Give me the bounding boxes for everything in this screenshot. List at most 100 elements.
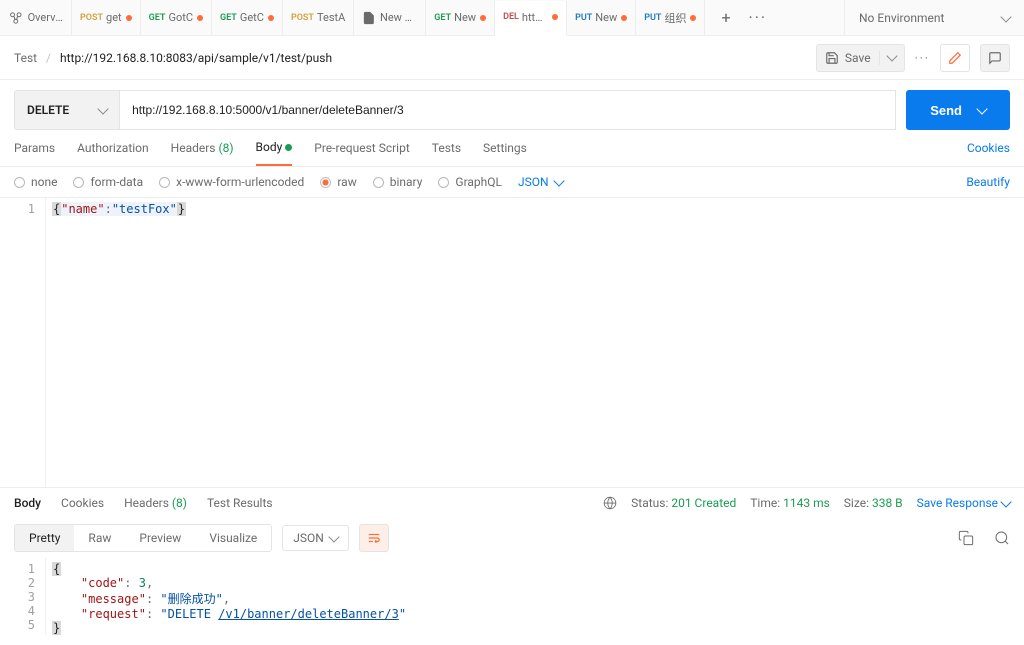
more-actions-button[interactable]: ··· — [915, 51, 930, 65]
pencil-icon — [948, 51, 962, 65]
body-type-binary[interactable]: binary — [373, 175, 423, 189]
body-type-row: none form-data x-www-form-urlencoded raw… — [0, 167, 1024, 198]
tab-label: New Co — [380, 11, 417, 24]
method-badge: PUT — [644, 13, 661, 23]
view-preview[interactable]: Preview — [125, 525, 195, 551]
response-toolbar: Pretty Raw Preview Visualize JSON — [0, 518, 1024, 558]
tab-label: 组织 — [664, 10, 686, 26]
view-visualize[interactable]: Visualize — [195, 525, 271, 551]
chevron-down-icon — [886, 50, 897, 61]
tab-label: TestA — [317, 11, 345, 24]
resp-tab-tests[interactable]: Test Results — [207, 496, 273, 510]
view-mode-segment: Pretty Raw Preview Visualize — [14, 524, 272, 552]
tab-headers[interactable]: Headers (8) — [171, 141, 234, 165]
comments-button[interactable] — [980, 44, 1010, 72]
response-body-editor[interactable]: 12345 { "code": 3, "message": "删除成功", "r… — [0, 558, 1024, 645]
request-url-row: DELETE Send — [14, 90, 1010, 130]
unsaved-dot — [268, 15, 274, 21]
method-badge: GET — [220, 13, 237, 23]
send-button[interactable]: Send — [906, 90, 1010, 130]
tab-label: Overvie — [28, 11, 63, 24]
tab-label: get — [106, 11, 122, 24]
chevron-down-icon — [553, 175, 564, 186]
tab-params[interactable]: Params — [14, 141, 55, 165]
tab-label: New — [454, 11, 476, 24]
edit-button[interactable] — [940, 44, 970, 72]
http-method-select[interactable]: DELETE — [14, 90, 119, 130]
view-raw[interactable]: Raw — [74, 525, 125, 551]
tab-label: GetC — [240, 11, 264, 24]
response-tabs-row: Body Cookies Headers (8) Test Results St… — [0, 487, 1024, 518]
tab-8[interactable]: PUTNew — [567, 0, 636, 35]
unsaved-dot — [126, 15, 132, 21]
new-tab-button[interactable]: + — [721, 8, 730, 27]
method-badge: DEL — [503, 12, 519, 22]
tab-authorization[interactable]: Authorization — [77, 141, 149, 165]
tab-actions: + ··· — [705, 8, 783, 27]
tab-5[interactable]: New Co — [354, 0, 426, 35]
tab-overflow-button[interactable]: ··· — [749, 8, 768, 27]
resp-tab-cookies[interactable]: Cookies — [61, 496, 104, 510]
line-wrap-button[interactable] — [359, 524, 389, 552]
breadcrumb: Test / http://192.168.8.10:8083/api/samp… — [14, 51, 332, 65]
unsaved-dot — [621, 15, 627, 21]
tab-label: New — [595, 11, 617, 24]
tab-settings[interactable]: Settings — [483, 141, 527, 165]
tabs-bar: OverviePOSTgetGETGotCGETGetCPOSTTestANew… — [0, 0, 1024, 36]
unsaved-dot — [197, 15, 203, 21]
wrap-icon — [367, 531, 381, 545]
response-format-select[interactable]: JSON — [282, 525, 349, 551]
environment-select[interactable]: No Environment — [844, 0, 1024, 35]
view-pretty[interactable]: Pretty — [15, 525, 74, 551]
tab-prerequest[interactable]: Pre-request Script — [314, 141, 409, 165]
resp-tab-headers[interactable]: Headers (8) — [124, 496, 187, 510]
method-badge: GET — [149, 13, 166, 23]
tab-3[interactable]: GETGetC — [212, 0, 283, 35]
response-meta: Status: 201 Created Time: 1143 ms Size: … — [603, 496, 1010, 510]
cookies-link[interactable]: Cookies — [967, 141, 1010, 165]
chevron-down-icon — [97, 103, 108, 114]
body-type-none[interactable]: none — [14, 175, 57, 189]
tab-0[interactable]: Overvie — [0, 0, 72, 35]
tab-4[interactable]: POSTTestA — [283, 0, 354, 35]
body-format-select[interactable]: JSON — [518, 175, 563, 189]
breadcrumb-path: http://192.168.8.10:8083/api/sample/v1/t… — [60, 51, 332, 65]
body-type-formdata[interactable]: form-data — [73, 175, 143, 189]
tab-6[interactable]: GETNew — [426, 0, 495, 35]
tab-tests[interactable]: Tests — [432, 141, 461, 165]
body-type-raw[interactable]: raw — [320, 175, 356, 189]
overview-icon — [8, 10, 24, 26]
method-badge: GET — [434, 13, 451, 23]
save-icon — [825, 51, 839, 65]
chevron-down-icon — [1000, 11, 1011, 22]
body-type-graphql[interactable]: GraphQL — [438, 175, 502, 189]
tab-label: http:/ — [522, 11, 548, 24]
unsaved-dot — [480, 15, 486, 21]
chevron-down-icon — [1000, 496, 1011, 507]
save-button[interactable]: Save — [816, 44, 905, 72]
tab-2[interactable]: GETGotC — [141, 0, 212, 35]
breadcrumb-row: Test / http://192.168.8.10:8083/api/samp… — [0, 36, 1024, 80]
method-badge: POST — [291, 13, 314, 23]
request-tabs: Params Authorization Headers (8) Body Pr… — [0, 130, 1024, 167]
breadcrumb-root[interactable]: Test — [14, 51, 37, 65]
copy-icon[interactable] — [958, 530, 974, 546]
editor-gutter: 1 — [0, 198, 46, 487]
tab-9[interactable]: PUT组织 — [636, 0, 705, 35]
save-response-button[interactable]: Save Response — [917, 496, 1010, 510]
file-icon — [362, 11, 376, 25]
tab-7[interactable]: DELhttp:/ — [495, 1, 567, 36]
resp-tab-body[interactable]: Body — [14, 496, 41, 510]
tab-1[interactable]: POSTget — [72, 0, 141, 35]
globe-icon[interactable] — [603, 496, 617, 510]
search-icon[interactable] — [994, 530, 1010, 546]
comment-icon — [988, 51, 1002, 65]
method-badge: POST — [80, 13, 103, 23]
environment-label: No Environment — [859, 11, 944, 25]
request-url-input[interactable] — [119, 90, 896, 130]
beautify-button[interactable]: Beautify — [966, 175, 1010, 189]
request-body-editor[interactable]: 1 {"name":"testFox"} — [0, 198, 1024, 487]
body-type-urlencoded[interactable]: x-www-form-urlencoded — [159, 175, 304, 189]
response-code: { "code": 3, "message": "删除成功", "request… — [46, 558, 412, 635]
tab-body[interactable]: Body — [256, 140, 293, 166]
